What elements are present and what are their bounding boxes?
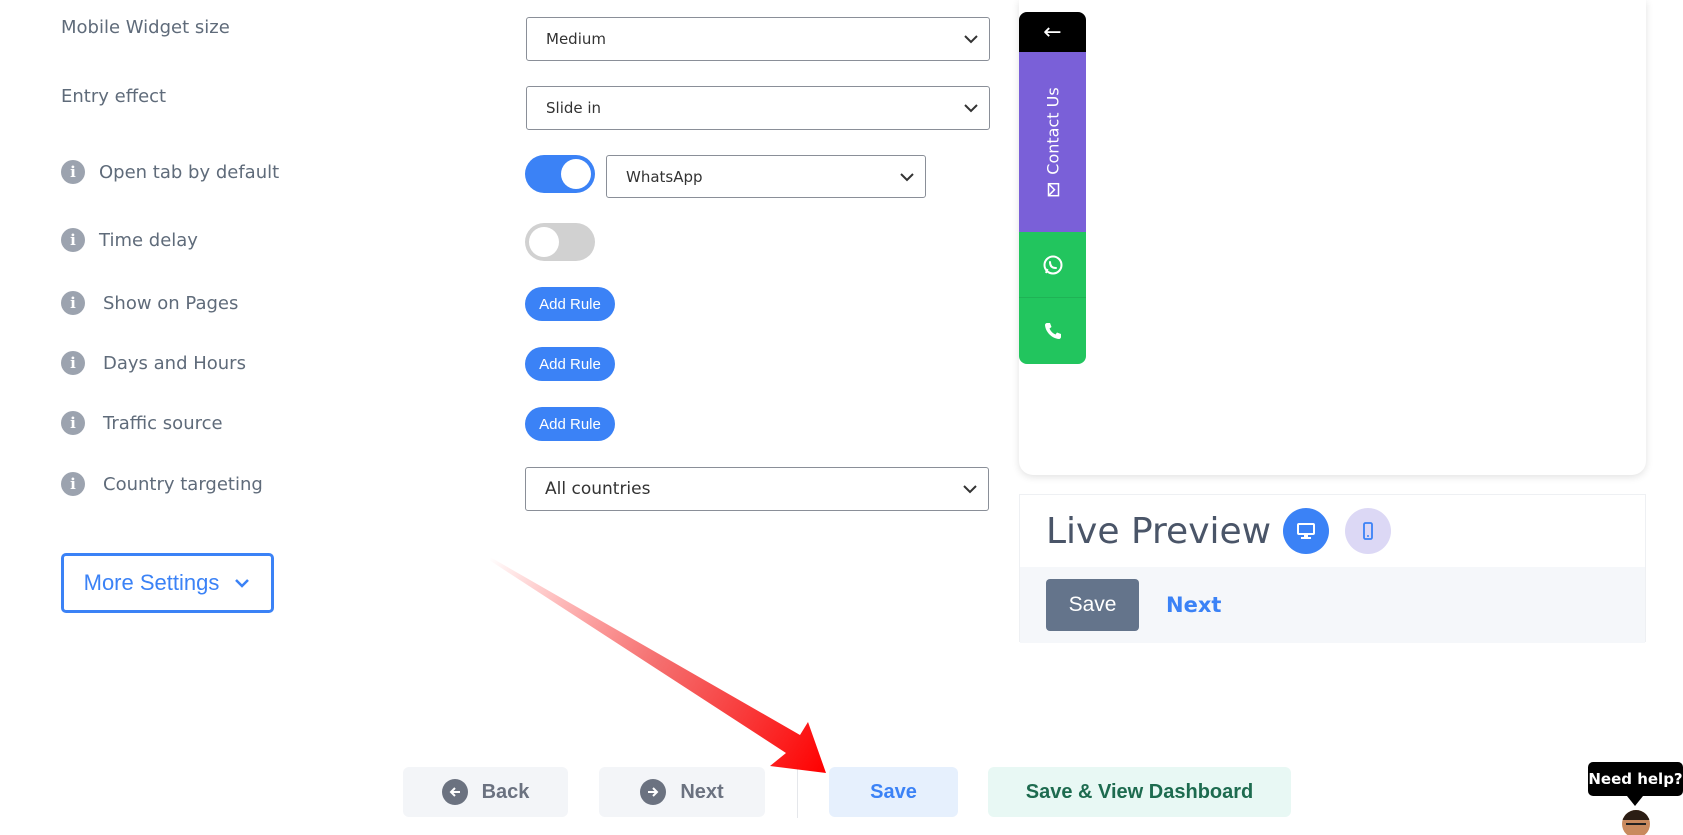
entry-effect-select[interactable]: Slide in bbox=[526, 86, 990, 130]
info-icon[interactable]: i bbox=[61, 351, 85, 375]
mobile-widget-size-label-text: Mobile Widget size bbox=[61, 17, 230, 38]
envelope-icon bbox=[1046, 182, 1059, 197]
entry-effect-value: Slide in bbox=[546, 99, 602, 117]
mobile-widget-size-value: Medium bbox=[546, 30, 606, 48]
toggle-knob bbox=[529, 227, 559, 257]
floating-widget: ← Contact Us bbox=[1019, 12, 1086, 364]
live-preview-card: Live Preview Save Next bbox=[1019, 494, 1646, 643]
country-targeting-select[interactable]: All countries bbox=[525, 467, 989, 511]
back-button[interactable]: Back bbox=[403, 767, 568, 817]
days-hours-label: i Days and Hours bbox=[61, 351, 246, 375]
chevron-down-icon bbox=[963, 485, 977, 494]
mobile-widget-size-label: Mobile Widget size bbox=[61, 17, 230, 38]
info-icon[interactable]: i bbox=[61, 411, 85, 435]
open-tab-channel-select[interactable]: WhatsApp bbox=[606, 155, 926, 198]
live-preview-header: Live Preview bbox=[1020, 495, 1645, 567]
traffic-source-add-rule-button[interactable]: Add Rule bbox=[525, 407, 615, 441]
widget-contact-tab[interactable]: Contact Us bbox=[1019, 52, 1086, 232]
contact-us-text: Contact Us bbox=[1043, 87, 1062, 175]
contact-us-vertical-label: Contact Us bbox=[1043, 87, 1062, 197]
desktop-preview-button[interactable] bbox=[1283, 508, 1330, 554]
entry-effect-label: Entry effect bbox=[61, 86, 166, 107]
entry-effect-label-text: Entry effect bbox=[61, 86, 167, 107]
support-avatar[interactable] bbox=[1622, 810, 1650, 835]
live-preview-save-button[interactable]: Save bbox=[1046, 579, 1139, 631]
back-button-label: Back bbox=[481, 780, 530, 803]
footer-divider bbox=[797, 762, 798, 818]
info-icon[interactable]: i bbox=[61, 160, 85, 184]
info-icon[interactable]: i bbox=[61, 228, 85, 252]
traffic-source-label: i Traffic source bbox=[61, 411, 223, 435]
mobile-widget-size-select[interactable]: Medium bbox=[526, 17, 990, 61]
more-settings-button[interactable]: More Settings bbox=[61, 553, 274, 613]
country-targeting-label: i Country targeting bbox=[61, 472, 263, 496]
chevron-down-icon bbox=[964, 104, 978, 113]
next-button[interactable]: Next bbox=[599, 767, 765, 817]
open-tab-default-toggle[interactable] bbox=[525, 155, 595, 193]
mobile-preview-button[interactable] bbox=[1345, 508, 1392, 554]
arrow-left-icon: ← bbox=[1043, 19, 1062, 45]
time-delay-label: i Time delay bbox=[61, 228, 198, 252]
next-button-label: Next bbox=[680, 780, 724, 803]
arrow-left-circle-icon bbox=[441, 779, 468, 805]
country-targeting-label-text: Country targeting bbox=[103, 473, 263, 495]
chevron-down-icon bbox=[235, 579, 250, 588]
open-tab-default-label: i Open tab by default bbox=[61, 160, 279, 184]
toggle-knob bbox=[561, 159, 591, 189]
days-hours-label-text: Days and Hours bbox=[103, 352, 246, 374]
phone-icon bbox=[1044, 323, 1061, 339]
country-targeting-value: All countries bbox=[545, 479, 651, 499]
mobile-icon bbox=[1363, 522, 1373, 540]
days-hours-add-rule-button[interactable]: Add Rule bbox=[525, 347, 615, 381]
live-preview-actions: Save Next bbox=[1020, 567, 1645, 643]
widget-back-button[interactable]: ← bbox=[1019, 12, 1086, 52]
desktop-icon bbox=[1297, 523, 1316, 539]
save-button[interactable]: Save bbox=[829, 767, 958, 817]
chevron-down-icon bbox=[964, 35, 978, 44]
arrow-right-circle-icon bbox=[640, 779, 667, 805]
info-icon[interactable]: i bbox=[61, 291, 85, 315]
save-view-dashboard-button[interactable]: Save & View Dashboard bbox=[988, 767, 1291, 817]
live-preview-next-link[interactable]: Next bbox=[1166, 593, 1221, 617]
open-tab-default-label-text: Open tab by default bbox=[99, 161, 280, 183]
live-preview-title: Live Preview bbox=[1046, 510, 1272, 552]
need-help-bubble[interactable]: Need help? bbox=[1588, 762, 1683, 796]
time-delay-label-text: Time delay bbox=[99, 229, 198, 251]
show-on-pages-label-text: Show on Pages bbox=[103, 292, 239, 314]
show-on-pages-label: i Show on Pages bbox=[61, 291, 238, 315]
info-icon[interactable]: i bbox=[61, 472, 85, 496]
show-on-pages-add-rule-button[interactable]: Add Rule bbox=[525, 287, 615, 321]
widget-preview-frame bbox=[1019, 0, 1646, 475]
chevron-down-icon bbox=[900, 172, 914, 181]
need-help-bubble-tail bbox=[1627, 796, 1643, 806]
open-tab-channel-value: WhatsApp bbox=[626, 167, 703, 186]
widget-phone-button[interactable] bbox=[1019, 298, 1086, 364]
time-delay-toggle[interactable] bbox=[525, 223, 595, 261]
traffic-source-label-text: Traffic source bbox=[103, 412, 223, 434]
widget-whatsapp-button[interactable] bbox=[1019, 232, 1086, 298]
more-settings-label: More Settings bbox=[83, 570, 220, 595]
whatsapp-icon bbox=[1043, 255, 1062, 274]
